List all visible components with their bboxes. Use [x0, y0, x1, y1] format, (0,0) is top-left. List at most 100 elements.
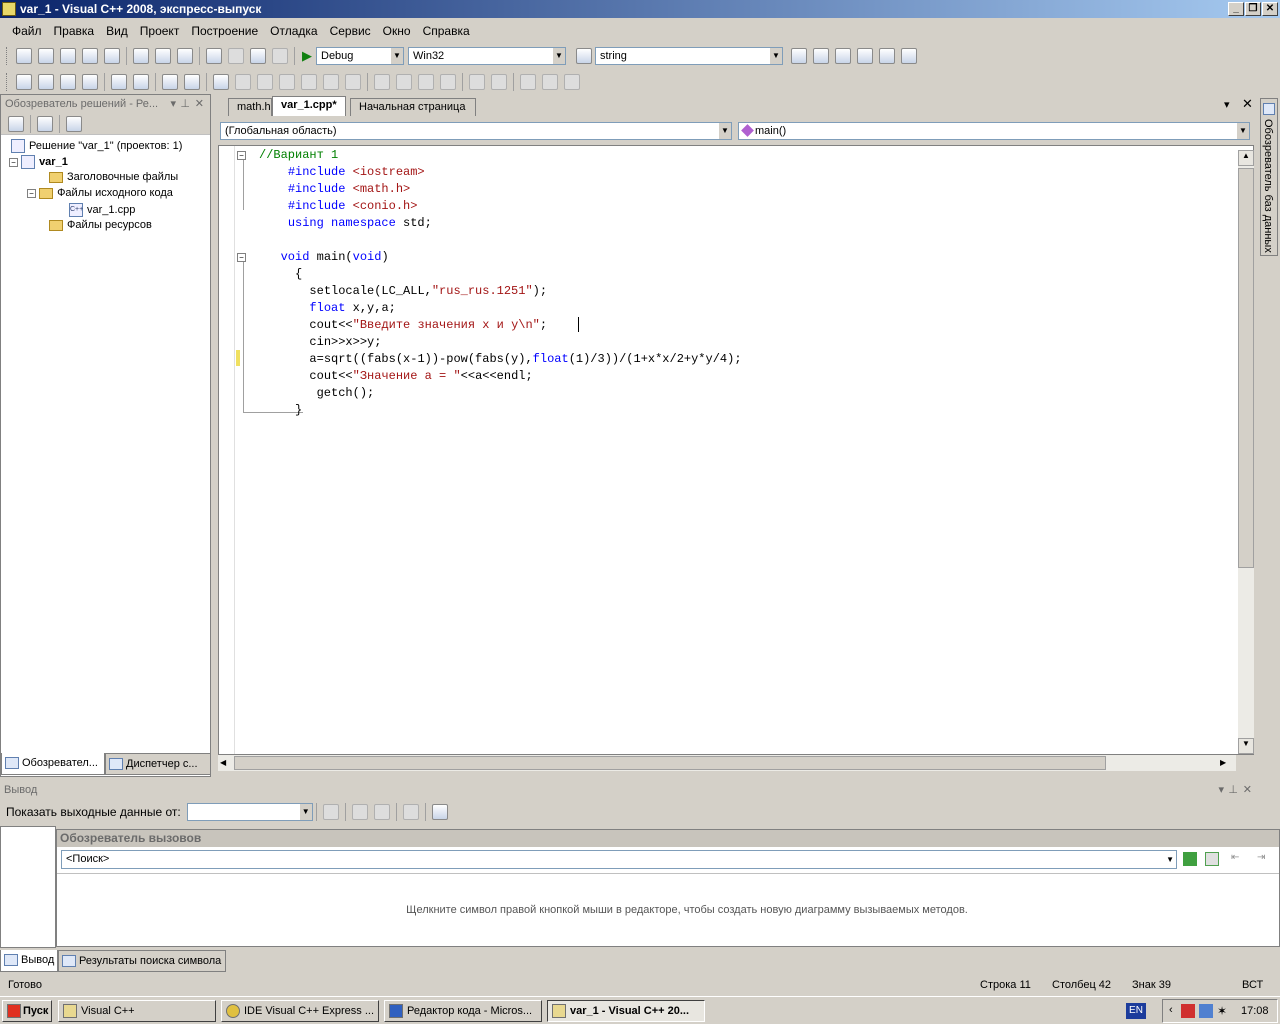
- outline-collapse-icon[interactable]: −: [237, 151, 246, 160]
- menu-file[interactable]: Файл: [6, 24, 48, 38]
- query-icon[interactable]: [345, 73, 361, 90]
- task-chrome[interactable]: IDE Visual C++ Express ...: [221, 1000, 379, 1022]
- toolbox-icon[interactable]: [835, 47, 851, 64]
- scope-select[interactable]: (Глобальная область) ▼: [220, 122, 732, 140]
- menu-tools[interactable]: Сервис: [324, 24, 377, 38]
- menu-help[interactable]: Справка: [417, 24, 476, 38]
- panel-dropdown-icon[interactable]: ▾: [170, 95, 176, 113]
- code-line[interactable]: }: [259, 402, 302, 419]
- network-icon[interactable]: [1199, 1004, 1213, 1018]
- indent-icon[interactable]: [133, 73, 149, 90]
- start-page-icon[interactable]: [879, 47, 895, 64]
- code-line[interactable]: float x,y,a;: [259, 300, 395, 317]
- collapse-icon[interactable]: −: [9, 157, 18, 167]
- scroll-left-button[interactable]: ◀: [220, 755, 234, 771]
- properties-icon[interactable]: [813, 47, 829, 64]
- find-combo[interactable]: string ▼: [595, 46, 783, 65]
- command-window-icon[interactable]: [901, 47, 917, 64]
- tree-resource-files[interactable]: Файлы ресурсов: [49, 219, 152, 231]
- output-close-icon[interactable]: ✕: [1243, 783, 1252, 798]
- tab-find-symbol-results[interactable]: Результаты поиска символа: [58, 950, 226, 972]
- tab-var1-cpp[interactable]: var_1.cpp*: [272, 96, 346, 116]
- call-search-input[interactable]: <Поиск> ▼: [61, 850, 1177, 869]
- tray-app-icon[interactable]: ✶: [1217, 1004, 1227, 1018]
- platform-select[interactable]: Win32 ▼: [408, 46, 566, 65]
- outdent-icon[interactable]: [111, 73, 127, 90]
- save-icon[interactable]: [82, 47, 98, 64]
- parameter-info-icon[interactable]: [38, 73, 54, 90]
- collapse-icon[interactable]: −: [27, 188, 36, 198]
- diagram-pane-icon[interactable]: [374, 73, 390, 90]
- code-line[interactable]: getch();: [259, 385, 375, 402]
- close-document-icon[interactable]: ✕: [1242, 96, 1253, 112]
- paste-icon[interactable]: [177, 47, 193, 64]
- prev-message-icon[interactable]: [351, 803, 368, 820]
- tree-var1-cpp[interactable]: C++ var_1.cpp: [69, 203, 135, 217]
- refresh-icon[interactable]: [1205, 852, 1219, 866]
- add-item-icon[interactable]: [38, 47, 54, 64]
- navigate-forward-icon[interactable]: [272, 47, 288, 64]
- code-line[interactable]: {: [259, 266, 302, 283]
- panel-close-icon[interactable]: ✕: [195, 95, 204, 113]
- show-all-files-icon[interactable]: [8, 115, 24, 132]
- find-message-icon[interactable]: [322, 803, 339, 820]
- start-debug-icon[interactable]: ▶: [302, 48, 312, 64]
- group-by-icon[interactable]: [520, 73, 536, 90]
- restore-button[interactable]: ❐: [1245, 2, 1261, 16]
- tab-math-h[interactable]: math.h: [228, 98, 272, 116]
- quick-info-icon[interactable]: [60, 73, 76, 90]
- sql-pane-icon[interactable]: [418, 73, 434, 90]
- task-visual-studio[interactable]: var_1 - Visual C++ 20...: [547, 1000, 705, 1022]
- code-line[interactable]: #include <iostream>: [259, 164, 425, 181]
- tree-project[interactable]: − var_1: [9, 155, 68, 169]
- code-line[interactable]: #include <conio.h>: [259, 198, 418, 215]
- menu-view[interactable]: Вид: [100, 24, 134, 38]
- next-message-icon[interactable]: [373, 803, 390, 820]
- code-line[interactable]: cout<<"Значение a = "<<a<<endl;: [259, 368, 532, 385]
- code-line[interactable]: cin>>x>>y;: [259, 334, 381, 351]
- tree-header-files[interactable]: Заголовочные файлы: [49, 171, 178, 183]
- tab-class-view[interactable]: Диспетчер с...: [105, 753, 211, 775]
- navigate-back-icon[interactable]: [250, 47, 266, 64]
- search-go-icon[interactable]: [1183, 852, 1197, 866]
- scroll-thumb[interactable]: [1238, 168, 1254, 568]
- copy-icon[interactable]: [155, 47, 171, 64]
- tab-start-page[interactable]: Начальная страница: [350, 98, 476, 116]
- tab-list-icon[interactable]: ▾: [1224, 98, 1230, 111]
- code-line[interactable]: #include <math.h>: [259, 181, 410, 198]
- code-line[interactable]: a=sqrt((fabs(x-1))-pow(fabs(y),float(1)/…: [259, 351, 741, 368]
- save-all-icon[interactable]: [104, 47, 120, 64]
- scroll-right-button[interactable]: ▶: [1220, 755, 1234, 771]
- menu-project[interactable]: Проект: [134, 24, 186, 38]
- language-indicator[interactable]: EN: [1126, 1003, 1146, 1019]
- horizontal-scrollbar[interactable]: ◀ ▶: [218, 755, 1236, 771]
- undo-icon[interactable]: [206, 47, 222, 64]
- outline-collapse-icon[interactable]: −: [237, 253, 246, 262]
- solution-explorer-icon[interactable]: [791, 47, 807, 64]
- tab-output[interactable]: Вывод: [0, 950, 58, 972]
- code-editor[interactable]: − − //Вариант 1 #include <iostream> #inc…: [218, 145, 1254, 755]
- redo-icon[interactable]: [228, 47, 244, 64]
- tray-expand-icon[interactable]: ‹: [1169, 1004, 1173, 1016]
- word-wrap-icon[interactable]: [431, 803, 448, 820]
- search-dropdown-icon[interactable]: ▼: [1166, 851, 1174, 868]
- cut-icon[interactable]: [133, 47, 149, 64]
- database-explorer-tab[interactable]: Обозреватель баз данных: [1260, 98, 1278, 256]
- config-select[interactable]: Debug ▼: [316, 46, 404, 65]
- tab-solution-explorer[interactable]: Обозревател...: [1, 753, 105, 775]
- refresh-icon[interactable]: [37, 115, 53, 132]
- properties-icon[interactable]: [66, 115, 82, 132]
- member-list-icon[interactable]: [16, 73, 32, 90]
- menu-debug[interactable]: Отладка: [264, 24, 323, 38]
- task-word[interactable]: Редактор кода - Micros...: [384, 1000, 542, 1022]
- find-in-files-icon[interactable]: [576, 47, 592, 64]
- member-select[interactable]: main() ▼: [738, 122, 1250, 140]
- calls-from-icon[interactable]: ⇤: [1231, 852, 1249, 866]
- clear-bookmarks-icon[interactable]: [323, 73, 339, 90]
- menu-window[interactable]: Окно: [377, 24, 417, 38]
- output-dropdown-icon[interactable]: ▾: [1218, 783, 1224, 798]
- output-pin-icon[interactable]: ⊥: [1228, 783, 1238, 798]
- uncomment-icon[interactable]: [184, 73, 200, 90]
- tree-source-files[interactable]: − Файлы исходного кода: [27, 187, 173, 199]
- tools-icon[interactable]: [857, 47, 873, 64]
